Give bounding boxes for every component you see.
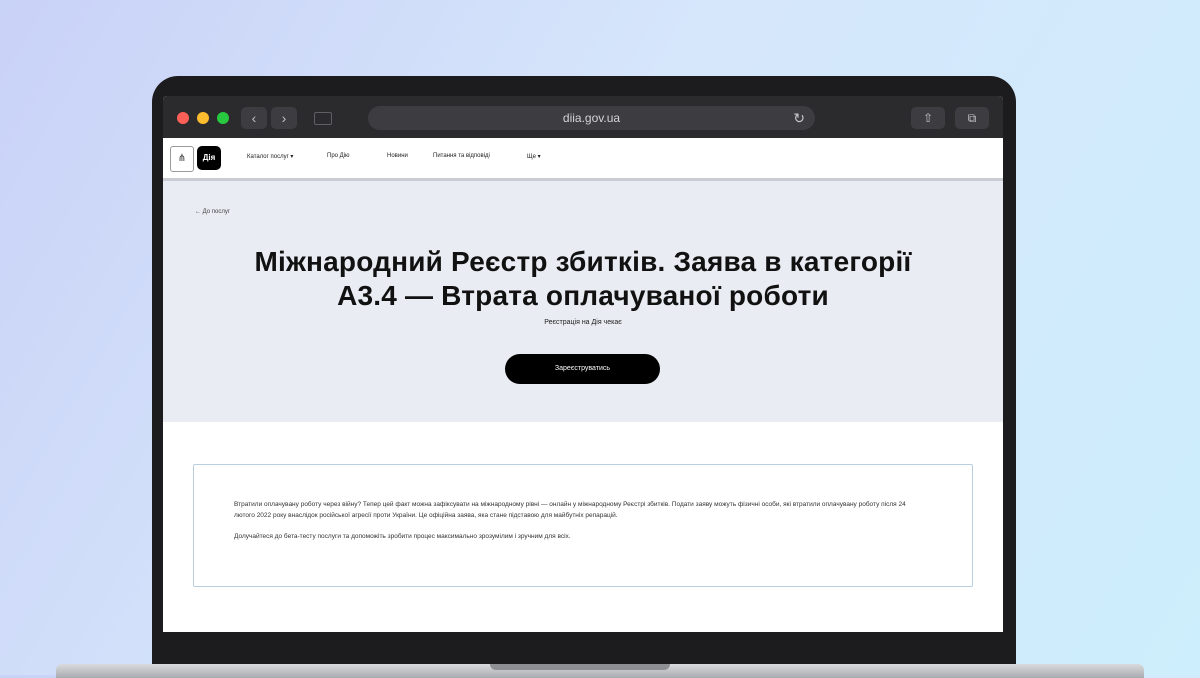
tabs-icon: ⧉ xyxy=(967,111,977,125)
chevron-right-icon: › xyxy=(281,110,287,126)
nav-item-catalog[interactable]: Каталог послуг ▾ xyxy=(247,153,293,160)
page-title-line-1: Міжнародний Реєстр збитків. Заява в кате… xyxy=(254,246,912,277)
hero-section: ← До послуг Міжнародний Реєстр збитків. … xyxy=(163,181,1003,422)
back-to-services-link[interactable]: ← До послуг xyxy=(195,209,230,215)
page-title-line-2: A3.4 — Втрата оплачуваної роботи xyxy=(337,280,829,311)
minimize-window-button[interactable] xyxy=(197,112,209,124)
laptop-bezel xyxy=(163,632,1003,664)
diia-logo[interactable]: Дія xyxy=(197,146,221,170)
coat-of-arms-icon[interactable]: ⋔ xyxy=(170,146,194,172)
page-title: Міжнародний Реєстр збитків. Заява в кате… xyxy=(183,245,983,313)
back-button[interactable]: ‹ xyxy=(241,107,267,129)
share-icon: ⇧ xyxy=(922,111,934,125)
site-header: ⋔ Дія Каталог послуг ▾ Про Дію Новини Пи… xyxy=(163,138,1003,181)
url-text: diia.gov.ua xyxy=(562,111,621,125)
chevron-left-icon: ‹ xyxy=(251,110,257,126)
page-subtitle: Реєстрація на Дія чекає xyxy=(544,319,622,326)
info-paragraph: Долучайтеся до бета-тесту послуги та доп… xyxy=(234,533,571,540)
info-card: Втратили оплачувану роботу через війну? … xyxy=(193,464,973,587)
browser-toolbar: ‹ › diia.gov.ua ↻ ⇧ ⧉ xyxy=(163,96,1003,138)
nav-item-news[interactable]: Новини xyxy=(387,153,408,159)
info-paragraph: Втратили оплачувану роботу через війну? … xyxy=(234,501,906,519)
nav-item-about[interactable]: Про Дію xyxy=(327,153,350,159)
info-text: Втратили оплачувану роботу через війну? … xyxy=(234,499,924,552)
forward-button[interactable]: › xyxy=(271,107,297,129)
sidebar-icon xyxy=(314,111,332,125)
laptop-notch xyxy=(490,664,670,670)
tabs-overview-button[interactable]: ⧉ xyxy=(955,107,989,129)
fullscreen-window-button[interactable] xyxy=(217,112,229,124)
close-window-button[interactable] xyxy=(177,112,189,124)
address-bar[interactable]: diia.gov.ua ↻ xyxy=(368,106,815,130)
register-button[interactable]: Зареєструватись xyxy=(505,354,660,384)
reload-icon[interactable]: ↻ xyxy=(793,106,805,130)
share-button[interactable]: ⇧ xyxy=(911,107,945,129)
nav-item-more[interactable]: Ще ▾ xyxy=(527,153,541,160)
sidebar-toggle-button[interactable] xyxy=(307,107,339,129)
nav-item-faq[interactable]: Питання та відповіді xyxy=(433,153,490,159)
browser-window: ‹ › diia.gov.ua ↻ ⇧ ⧉ ⋔ Дія Каталог посл… xyxy=(163,96,1003,632)
